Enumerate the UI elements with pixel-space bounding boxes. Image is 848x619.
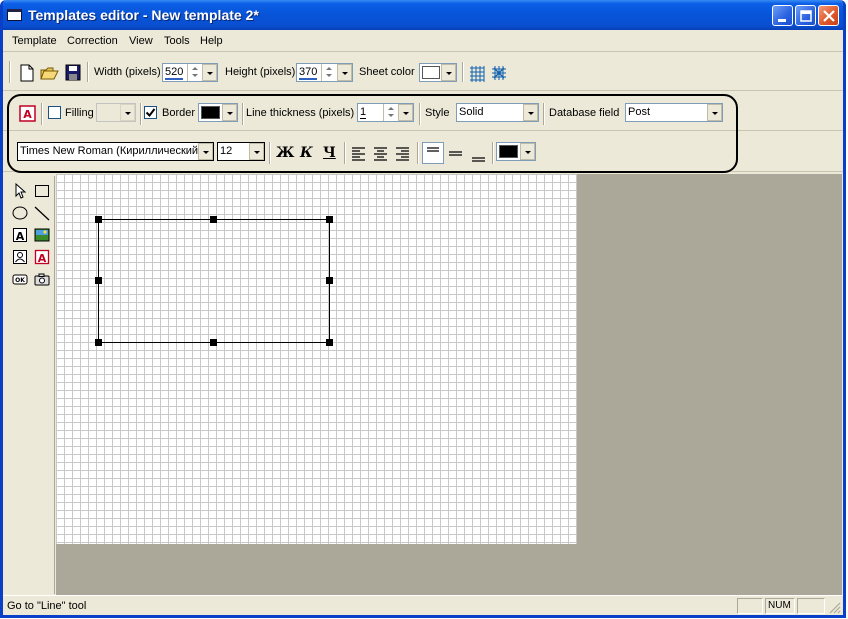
ellipse-icon bbox=[12, 206, 28, 220]
width-dropdown-button[interactable] bbox=[202, 64, 217, 81]
menu-bar: Template Correction View Tools Help bbox=[3, 30, 843, 52]
main-toolbar: Width (pixels) 520 Height (pixels) 370 S… bbox=[3, 53, 843, 91]
picture-icon bbox=[34, 228, 50, 242]
menu-tools[interactable]: Tools bbox=[164, 35, 190, 47]
svg-text:A: A bbox=[16, 230, 25, 243]
width-input[interactable]: 520 bbox=[162, 63, 218, 82]
workspace bbox=[56, 174, 842, 595]
new-button[interactable] bbox=[16, 62, 38, 84]
menu-view[interactable]: View bbox=[129, 35, 153, 47]
new-document-icon bbox=[20, 64, 34, 82]
resize-grip-icon[interactable] bbox=[827, 600, 841, 614]
height-input[interactable]: 370 bbox=[296, 63, 353, 82]
status-message: Go to "Line" tool bbox=[7, 600, 87, 612]
save-disk-icon bbox=[65, 64, 81, 81]
resize-handle-n[interactable] bbox=[210, 216, 217, 223]
title-bar[interactable]: Templates editor - New template 2* bbox=[3, 0, 843, 30]
text-tool[interactable]: A bbox=[11, 226, 29, 244]
close-icon bbox=[823, 10, 835, 22]
close-button[interactable] bbox=[818, 5, 839, 26]
height-value: 370 bbox=[299, 66, 318, 80]
toolbar-separator bbox=[462, 62, 464, 82]
rectangle-icon bbox=[35, 185, 49, 197]
height-dropdown-button[interactable] bbox=[337, 64, 352, 81]
toolbar-grip bbox=[9, 61, 11, 83]
height-label: Height (pixels) bbox=[225, 66, 296, 78]
resize-handle-s[interactable] bbox=[210, 339, 217, 346]
photo-tool[interactable] bbox=[11, 248, 29, 266]
snap-to-grid-button[interactable] bbox=[488, 62, 510, 84]
camera-icon bbox=[34, 273, 50, 286]
barcode-icon: OK bbox=[12, 274, 28, 285]
resize-handle-ne[interactable] bbox=[326, 216, 333, 223]
sheet-color-picker[interactable] bbox=[419, 63, 457, 82]
window-title: Templates editor - New template 2* bbox=[28, 7, 259, 23]
snap-grid-icon bbox=[492, 66, 506, 80]
menu-help[interactable]: Help bbox=[200, 35, 223, 47]
resize-handle-sw[interactable] bbox=[95, 339, 102, 346]
sheet-color-dropdown-button[interactable] bbox=[441, 64, 456, 81]
svg-text:OK: OK bbox=[15, 277, 25, 284]
open-button[interactable] bbox=[39, 62, 61, 84]
barcode-tool[interactable]: OK bbox=[11, 270, 29, 288]
highlight-outline bbox=[7, 94, 738, 173]
text-a-icon: A bbox=[13, 228, 27, 243]
status-panel-num: NUM bbox=[765, 598, 795, 614]
selected-rectangle-element[interactable] bbox=[98, 219, 330, 343]
width-value: 520 bbox=[165, 66, 184, 80]
sheet-color-swatch bbox=[422, 66, 440, 79]
rectangle-tool[interactable] bbox=[33, 182, 51, 200]
maximize-button[interactable] bbox=[795, 5, 816, 26]
save-button[interactable] bbox=[62, 62, 84, 84]
open-folder-icon bbox=[40, 67, 59, 80]
tool-palette: A A OK bbox=[7, 176, 55, 594]
ellipse-tool[interactable] bbox=[11, 204, 29, 222]
minimize-button[interactable] bbox=[772, 5, 793, 26]
resize-handle-w[interactable] bbox=[95, 277, 102, 284]
resize-handle-nw[interactable] bbox=[95, 216, 102, 223]
pointer-arrow-icon bbox=[15, 182, 27, 199]
width-label: Width (pixels) bbox=[94, 66, 161, 78]
template-sheet[interactable] bbox=[56, 174, 577, 544]
menu-template[interactable]: Template bbox=[12, 35, 57, 47]
image-tool[interactable] bbox=[33, 226, 51, 244]
resize-handle-se[interactable] bbox=[326, 339, 333, 346]
minimize-icon bbox=[778, 19, 786, 22]
svg-text:A: A bbox=[38, 252, 47, 265]
app-icon bbox=[7, 9, 22, 21]
db-text-tool[interactable]: A bbox=[33, 248, 51, 266]
resize-handle-e[interactable] bbox=[326, 277, 333, 284]
status-panel-scroll bbox=[797, 598, 825, 614]
menu-correction[interactable]: Correction bbox=[67, 35, 118, 47]
maximize-icon bbox=[800, 10, 812, 22]
status-bar: Go to "Line" tool NUM bbox=[3, 595, 843, 615]
select-tool[interactable] bbox=[11, 182, 29, 200]
camera-tool[interactable] bbox=[33, 270, 51, 288]
status-panel-caps bbox=[737, 598, 763, 614]
sheet-color-label: Sheet color bbox=[359, 66, 415, 78]
toolbar-separator bbox=[87, 62, 89, 82]
grid-icon bbox=[470, 66, 485, 82]
height-spinner[interactable] bbox=[321, 64, 335, 81]
photo-portrait-icon bbox=[13, 250, 27, 264]
db-text-icon: A bbox=[34, 249, 50, 265]
width-spinner[interactable] bbox=[187, 64, 201, 81]
grid-toggle-button[interactable] bbox=[466, 62, 488, 84]
line-icon bbox=[34, 206, 50, 221]
templates-editor-window: Templates editor - New template 2* Templ… bbox=[0, 0, 846, 618]
line-tool[interactable] bbox=[33, 204, 51, 222]
